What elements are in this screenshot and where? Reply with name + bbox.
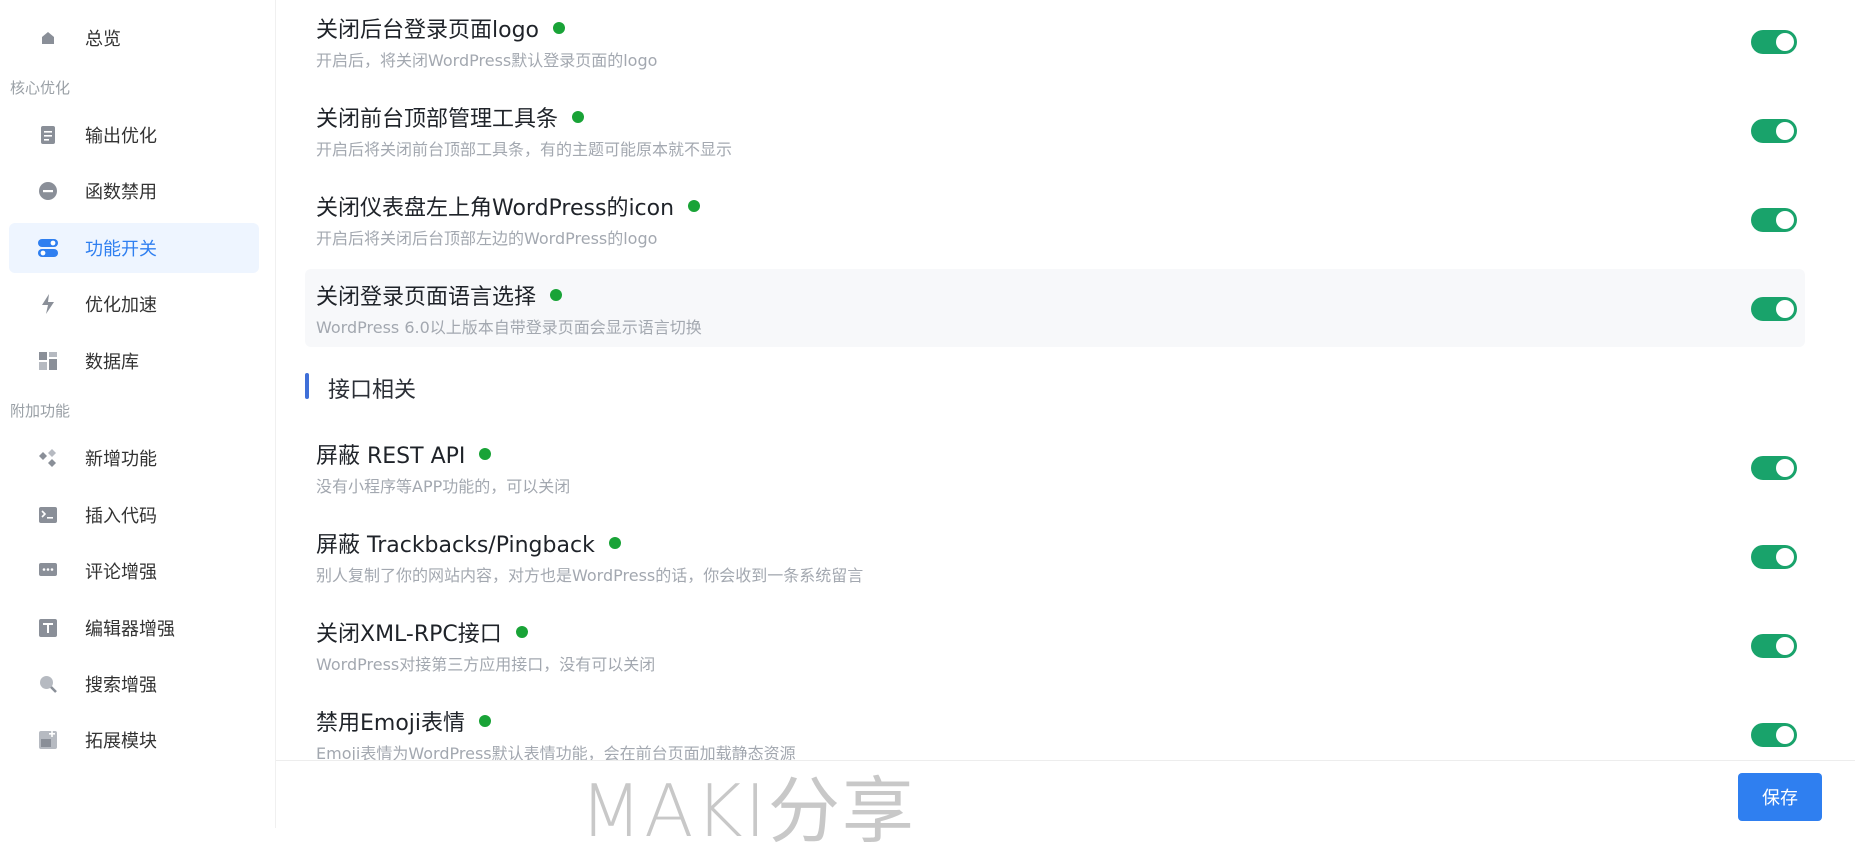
setting-toggle[interactable]: [1751, 456, 1797, 480]
status-dot-icon: [688, 200, 701, 212]
sidebar-item-label: 插入代码: [85, 506, 157, 527]
setting-row: 屏蔽 Trackbacks/Pingback 别人复制了你的网站内容，对方也是W…: [305, 517, 1805, 595]
sidebar-item-function-disable[interactable]: 函数禁用: [9, 166, 259, 216]
sidebar-item-label: 搜索增强: [85, 675, 157, 696]
toggle-knob: [1776, 459, 1794, 477]
toggle-knob: [1776, 211, 1794, 229]
setting-description: WordPress 6.0以上版本自带登录页面会显示语言切换: [316, 318, 702, 337]
toggle-knob: [1776, 548, 1794, 566]
setting-title: 屏蔽 Trackbacks/Pingback: [316, 527, 621, 559]
setting-description: 开启后将关闭后台顶部左边的WordPress的logo: [316, 229, 658, 248]
setting-title: 屏蔽 REST API: [316, 438, 492, 470]
sidebar-group-core: 核心优化: [10, 79, 71, 97]
setting-description: 开启后，将关闭WordPress默认登录页面的logo: [316, 51, 658, 70]
setting-title: 关闭后台登录页面logo: [316, 12, 565, 44]
grid-icon: [37, 350, 59, 372]
status-dot-icon: [553, 22, 565, 34]
setting-row: 关闭登录页面语言选择 WordPress 6.0以上版本自带登录页面会显示语言切…: [305, 269, 1805, 347]
home-icon: [37, 27, 59, 49]
sidebar-item-editor[interactable]: 编辑器增强: [9, 603, 259, 653]
setting-title: 关闭前台顶部管理工具条: [316, 101, 585, 133]
sidebar-item-label: 优化加速: [85, 295, 157, 316]
sidebar-item-label: 函数禁用: [85, 182, 157, 203]
sidebar-item-label: 输出优化: [85, 126, 157, 147]
toggle-knob: [1776, 122, 1794, 140]
section-accent-bar: [305, 373, 309, 399]
sidebar-item-label: 数据库: [85, 352, 139, 373]
comment-icon: [37, 560, 59, 582]
sidebar-item-database[interactable]: 数据库: [9, 336, 259, 386]
setting-title: 关闭XML-RPC接口: [316, 616, 528, 648]
sidebar-item-label: 评论增强: [85, 562, 157, 583]
toggle-knob: [1776, 637, 1794, 655]
setting-row: 关闭后台登录页面logo 开启后，将关闭WordPress默认登录页面的logo: [305, 2, 1805, 80]
sidebar: 总览 核心优化 输出优化 函数禁用 功能开关 优化加速 数据库 附加功能 新增功…: [0, 0, 276, 828]
setting-description: WordPress对接第三方应用接口，没有可以关闭: [316, 655, 656, 674]
toggle-knob: [1776, 726, 1794, 744]
status-dot-icon: [550, 289, 563, 301]
setting-row: 关闭前台顶部管理工具条 开启后将关闭前台顶部工具条，有的主题可能原本就不显示: [305, 91, 1805, 169]
status-dot-icon: [515, 626, 528, 638]
setting-row: 关闭仪表盘左上角WordPress的icon 开启后将关闭后台顶部左边的Word…: [305, 180, 1805, 258]
sidebar-item-insert-code[interactable]: 插入代码: [9, 490, 259, 540]
footer-bar: [276, 760, 1855, 829]
status-dot-icon: [479, 715, 492, 727]
setting-row: 屏蔽 REST API 没有小程序等APP功能的，可以关闭: [305, 428, 1805, 506]
setting-toggle[interactable]: [1751, 634, 1797, 658]
setting-toggle[interactable]: [1751, 297, 1797, 321]
setting-title: 禁用Emoji表情: [316, 705, 492, 737]
text-t-icon: [37, 617, 59, 639]
setting-toggle[interactable]: [1751, 30, 1797, 54]
sidebar-item-output[interactable]: 输出优化: [9, 110, 259, 160]
document-icon: [37, 124, 59, 146]
sidebar-group-extra: 附加功能: [10, 402, 71, 420]
status-dot-icon: [479, 448, 492, 460]
setting-toggle[interactable]: [1751, 723, 1797, 747]
setting-toggle[interactable]: [1751, 208, 1797, 232]
setting-row: 关闭XML-RPC接口 WordPress对接第三方应用接口，没有可以关闭: [305, 606, 1805, 684]
setting-title: 关闭登录页面语言选择: [316, 279, 563, 311]
sidebar-item-extensions[interactable]: 拓展模块: [9, 715, 259, 765]
sidebar-item-label: 新增功能: [85, 449, 157, 470]
setting-toggle[interactable]: [1751, 545, 1797, 569]
sidebar-item-feature-switch[interactable]: 功能开关: [9, 223, 259, 273]
setting-title: 关闭仪表盘左上角WordPress的icon: [316, 190, 701, 222]
plus-document-icon: [37, 729, 59, 751]
sidebar-item-label: 拓展模块: [85, 731, 157, 752]
sidebar-item-label: 功能开关: [85, 239, 157, 260]
sidebar-item-acceleration[interactable]: 优化加速: [9, 279, 259, 329]
section-title-api: 接口相关: [328, 378, 417, 403]
diamonds-icon: [37, 447, 59, 469]
sidebar-item-new-features[interactable]: 新增功能: [9, 433, 259, 483]
sidebar-item-label: 总览: [85, 29, 121, 50]
setting-description: 开启后将关闭前台顶部工具条，有的主题可能原本就不显示: [316, 140, 733, 159]
sidebar-item-overview[interactable]: 总览: [9, 13, 259, 63]
setting-description: 没有小程序等APP功能的，可以关闭: [316, 477, 571, 496]
minus-circle-icon: [37, 180, 59, 202]
sidebar-item-comment[interactable]: 评论增强: [9, 546, 259, 596]
toggle-switches-icon: [37, 237, 59, 259]
terminal-icon: [37, 504, 59, 526]
status-dot-icon: [572, 111, 585, 123]
sidebar-item-search[interactable]: 搜索增强: [9, 659, 259, 709]
watermark-text: MAKI分享: [580, 769, 916, 853]
lightning-icon: [37, 293, 59, 315]
toggle-knob: [1776, 33, 1794, 51]
sidebar-item-label: 编辑器增强: [85, 619, 175, 640]
toggle-knob: [1776, 300, 1794, 318]
search-icon: [37, 673, 59, 695]
setting-description: 别人复制了你的网站内容，对方也是WordPress的话，你会收到一条系统留言: [316, 566, 864, 585]
setting-toggle[interactable]: [1751, 119, 1797, 143]
save-button[interactable]: 保存: [1738, 773, 1822, 821]
status-dot-icon: [608, 537, 621, 549]
